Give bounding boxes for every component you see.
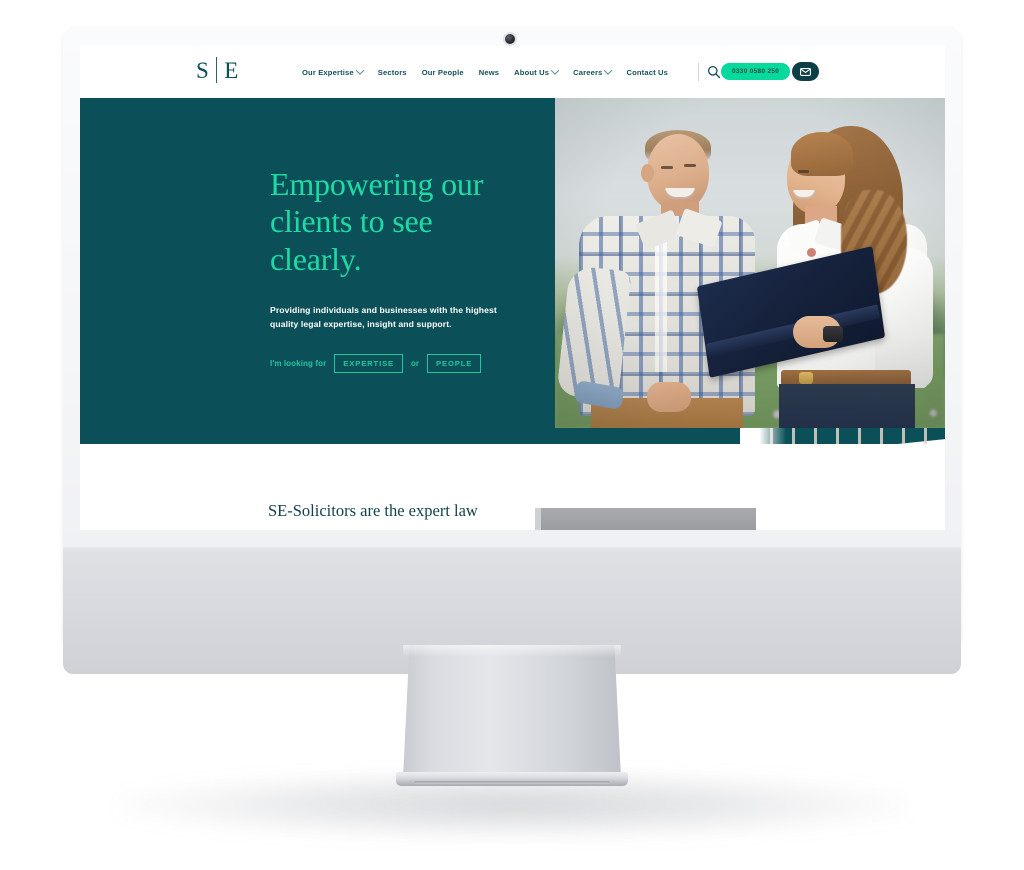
chevron-down-icon bbox=[604, 66, 613, 75]
logo-divider bbox=[216, 57, 218, 83]
logo-letter-e: E bbox=[224, 57, 239, 83]
webcam-icon bbox=[505, 34, 515, 44]
hero-subtitle: Providing individuals and businesses wit… bbox=[270, 305, 497, 330]
nav-item-our-expertise[interactable]: Our Expertise bbox=[302, 66, 365, 77]
logo-letter-s: S bbox=[196, 57, 210, 83]
nav-label: Careers bbox=[573, 67, 603, 77]
hero-cta-row: I'm looking for EXPERTISE or PEOPLE bbox=[270, 354, 520, 373]
chevron-down-icon bbox=[355, 66, 365, 75]
envelope-icon bbox=[800, 63, 811, 81]
search-icon[interactable] bbox=[706, 64, 722, 80]
monitor-mockup-scene: S E Our Expertise Sectors Our People New… bbox=[0, 0, 1024, 870]
below-hero-section: SE-Solicitors are the expert law bbox=[80, 444, 945, 530]
header-divider bbox=[698, 63, 699, 81]
nav-label: Our People bbox=[421, 67, 464, 77]
nav-label: Sectors bbox=[377, 67, 407, 77]
nav-label: About Us bbox=[514, 67, 550, 77]
hero-title: Empowering our clients to see clearly. bbox=[270, 166, 484, 277]
monitor-screen: S E Our Expertise Sectors Our People New… bbox=[80, 46, 945, 530]
chevron-down-icon bbox=[550, 66, 560, 75]
monitor-stand-base-groove bbox=[414, 781, 610, 784]
photo-vignette bbox=[555, 98, 945, 428]
phone-number-button[interactable]: 0330 0580 250 bbox=[721, 63, 791, 80]
nav-label: News bbox=[478, 67, 500, 77]
nav-item-our-people[interactable]: Our People bbox=[422, 68, 464, 77]
cta-expertise-button[interactable]: EXPERTISE bbox=[334, 354, 404, 373]
hero-photo bbox=[555, 98, 945, 428]
cta-conjunction-label: or bbox=[411, 358, 420, 368]
monitor-stand-highlight bbox=[403, 645, 621, 657]
main-navigation: Our Expertise Sectors Our People News Ab… bbox=[302, 46, 668, 98]
monitor-stand-neck bbox=[403, 645, 621, 778]
nav-item-sectors[interactable]: Sectors bbox=[378, 68, 407, 77]
website-viewport: S E Our Expertise Sectors Our People New… bbox=[80, 46, 945, 530]
nav-item-news[interactable]: News bbox=[479, 68, 499, 77]
nav-item-contact-us[interactable]: Contact Us bbox=[626, 68, 668, 77]
nav-label: Our Expertise bbox=[302, 67, 354, 77]
hero-copy-block: Empowering our clients to see clearly. P… bbox=[270, 166, 520, 373]
nav-item-about-us[interactable]: About Us bbox=[514, 66, 560, 77]
below-hero-heading: SE-Solicitors are the expert law bbox=[268, 501, 478, 520]
cta-people-button[interactable]: PEOPLE bbox=[427, 354, 482, 373]
nav-label: Contact Us bbox=[626, 67, 669, 77]
cta-prefix-label: I'm looking for bbox=[270, 358, 327, 368]
site-header: S E Our Expertise Sectors Our People New… bbox=[80, 46, 945, 98]
below-hero-media-placeholder bbox=[535, 508, 756, 530]
brand-logo[interactable]: S E bbox=[196, 57, 239, 83]
email-contact-button[interactable] bbox=[792, 62, 819, 81]
nav-item-careers[interactable]: Careers bbox=[573, 66, 613, 77]
